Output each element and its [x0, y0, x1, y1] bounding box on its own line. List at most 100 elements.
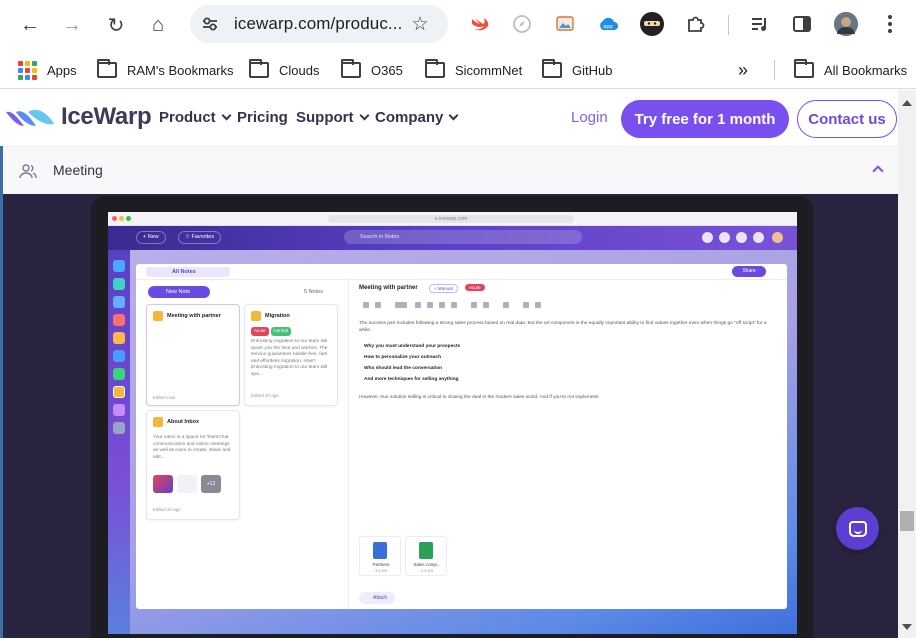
mini-app-header: + New ☆ Favorites Search in Notes [108, 226, 797, 250]
compass-icon[interactable] [510, 12, 534, 36]
avatar[interactable] [834, 12, 858, 36]
mini-share-button: Share [732, 266, 766, 277]
browser-toolbar: ← → ↻ ⌂ icewarp.com/produc... ☆ app [0, 0, 916, 50]
mini-search: Search in Notes [344, 230, 582, 244]
brand-name[interactable]: IceWarp [61, 103, 152, 131]
back-arrow-icon: ← [20, 13, 40, 36]
attachment-card: Partners 3.5 KB [359, 536, 401, 576]
all-bookmarks[interactable]: All Bookmarks [794, 59, 907, 81]
mini-favorites-pill: ☆ Favorites [178, 231, 222, 244]
chevron-up-icon[interactable] [872, 165, 884, 177]
note-title: About Inbox [167, 419, 200, 425]
editor-tag-acute: Acute [465, 284, 485, 291]
attachment-card: Sales comp... 3.5 KB [405, 536, 447, 576]
bookmark-sicommnet[interactable]: SicommNet [425, 59, 522, 81]
try-free-button[interactable]: Try free for 1 month [621, 100, 789, 138]
mini-new-note: New Note [148, 286, 210, 298]
bookmark-rams-bookmarks[interactable]: RAM's Bookmarks [97, 59, 234, 81]
bookmark-label: O365 [371, 62, 403, 78]
icewarp-logo-icon[interactable] [4, 104, 56, 132]
mini-header-icon [736, 232, 747, 243]
note-card: About Inbox Your inbox is a space for Te… [146, 410, 240, 520]
reload-button[interactable]: ↻ [100, 9, 132, 41]
login-link[interactable]: Login [571, 109, 608, 126]
page-scrollbar[interactable] [898, 90, 916, 638]
users-icon [19, 164, 37, 179]
chevron-down-icon [359, 110, 369, 121]
scrollbar-thumb[interactable] [900, 511, 914, 531]
cloud-icon[interactable]: app [596, 12, 620, 36]
home-button[interactable]: ⌂ [142, 9, 174, 41]
nav-support[interactable]: Support [296, 109, 369, 126]
redo-icon [375, 302, 381, 308]
accordion-label: Meeting [53, 162, 103, 178]
meeting-accordion[interactable]: Meeting [3, 146, 898, 194]
mini-notes-count: 5 Notes [304, 289, 323, 295]
editor-outro: However, true solution selling is critic… [359, 395, 599, 400]
forward-button[interactable]: → [56, 9, 88, 41]
scroll-down-icon[interactable] [902, 624, 912, 630]
bookmark-o365[interactable]: O365 [341, 59, 403, 81]
folder-icon [341, 59, 361, 78]
menu-icon[interactable] [878, 12, 902, 36]
editor-tag-manual: + Manual [429, 284, 458, 293]
contact-us-button[interactable]: Contact us [797, 100, 897, 138]
bookmark-label: Apps [47, 62, 77, 78]
puzzle-icon[interactable] [684, 12, 708, 36]
more-bookmarks-button[interactable]: » [738, 59, 748, 81]
forward-arrow-icon: → [62, 13, 82, 36]
image-icon[interactable] [553, 12, 577, 36]
url-text[interactable]: icewarp.com/produc... [234, 14, 402, 34]
nav-company[interactable]: Company [375, 109, 459, 126]
embed-icon [451, 302, 457, 308]
toolbar-divider [728, 15, 729, 35]
laptop-frame: e.icewarp.com + New ☆ Favorites Search i… [91, 196, 813, 638]
note-icon [251, 311, 261, 321]
mini-tab-all-notes: All Notes [146, 267, 230, 277]
spreadsheet-icon [419, 542, 433, 559]
bookmark-github[interactable]: GitHub [542, 59, 612, 81]
bookmark-star-icon[interactable]: ☆ [408, 12, 432, 36]
mini-notes-window: All Notes Share New Note 5 Notes Meeting… [136, 264, 787, 609]
media-tool-icon [471, 302, 477, 308]
editor-bullet: Why you must understand your prospects [364, 344, 461, 349]
note-more-count: +12 [201, 475, 221, 493]
home-icon: ⌂ [151, 13, 165, 36]
window-dot [126, 216, 131, 221]
editor-toolbar [359, 302, 779, 310]
sidepanel-icon[interactable] [790, 12, 814, 36]
note-file-thumb [177, 475, 197, 493]
back-button[interactable]: ← [14, 9, 46, 41]
editor-bullet: Who should lead the conversation [364, 366, 443, 371]
chat-launcher-button[interactable] [836, 507, 879, 550]
scroll-up-icon[interactable] [902, 100, 912, 106]
folder-icon [794, 59, 814, 78]
rail-tools-icon [113, 422, 125, 434]
mini-avatar [772, 232, 783, 243]
ninja-icon[interactable] [640, 12, 664, 36]
nav-label: Company [375, 109, 444, 126]
site-info-icon[interactable] [200, 14, 220, 34]
nav-product[interactable]: Product [159, 109, 232, 126]
nav-pricing[interactable]: Pricing [237, 109, 288, 126]
bookmark-clouds[interactable]: Clouds [249, 59, 319, 81]
bookmark-apps[interactable]: Apps [18, 59, 77, 81]
mini-header-icon [702, 232, 713, 243]
undo-icon [363, 302, 369, 308]
mini-url: e.icewarp.com [328, 215, 574, 223]
swift-icon[interactable] [468, 12, 492, 36]
note-icon [153, 311, 163, 321]
mini-pane-divider [348, 280, 349, 609]
mini-notes-header: All Notes Share [136, 264, 787, 280]
folder-icon [425, 59, 445, 78]
note-title: Meeting with partner [167, 313, 221, 319]
media-icon[interactable] [748, 12, 772, 36]
site-header: IceWarp Product Pricing Support Company … [0, 90, 898, 146]
rail-docs-icon [113, 332, 125, 344]
page-viewport: IceWarp Product Pricing Support Company … [0, 90, 916, 638]
editor-intro: The success part includes following a st… [359, 321, 767, 333]
check-icon [503, 302, 509, 308]
note-body: Your inbox is a space for TeamChat commu… [153, 435, 231, 460]
address-bar[interactable]: icewarp.com/produc... ☆ [190, 5, 448, 43]
nav-label: Product [159, 109, 216, 126]
